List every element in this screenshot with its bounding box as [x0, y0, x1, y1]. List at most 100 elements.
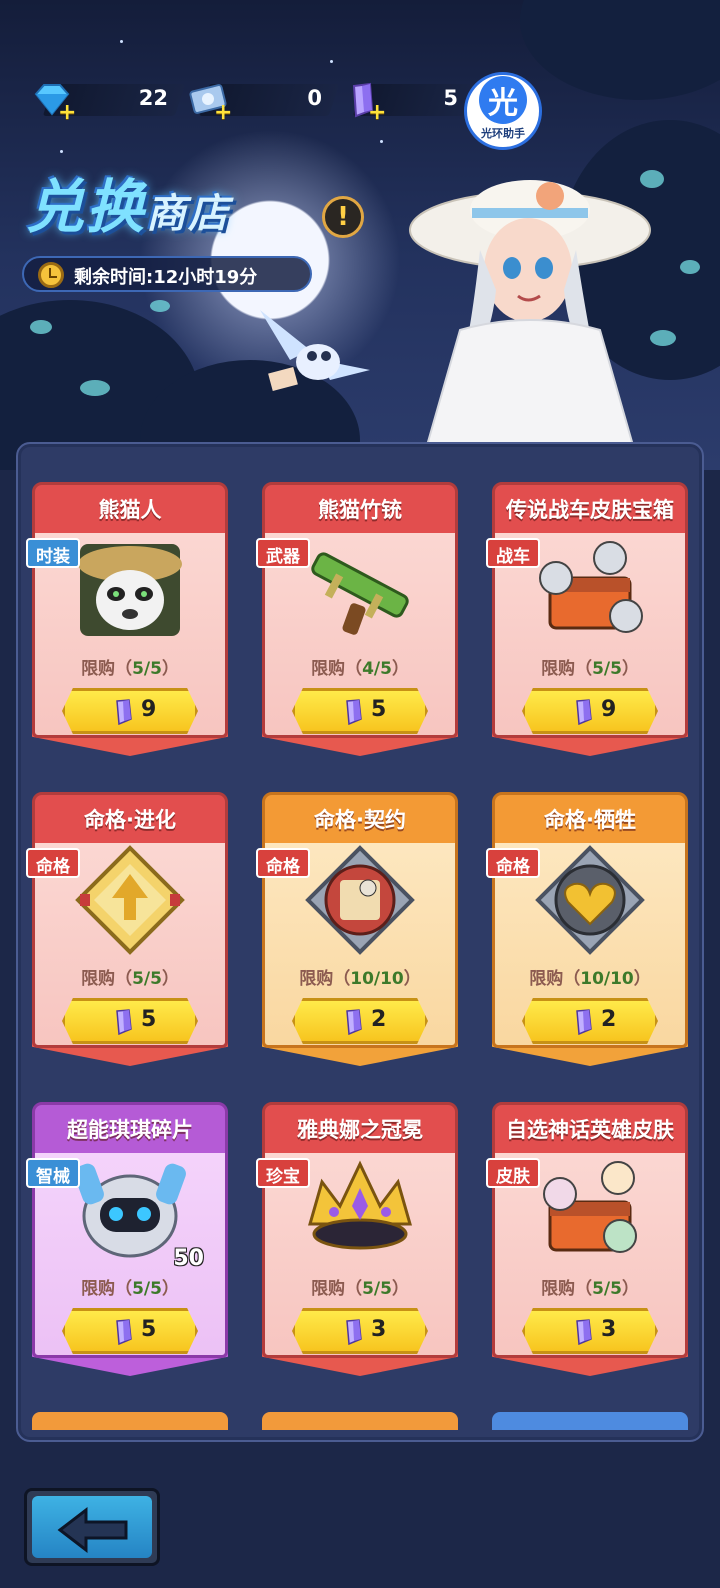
shop-item-card[interactable]: 传说战车皮肤宝箱 战车 限购（5/5） 9	[486, 482, 688, 760]
price-value: 3	[371, 1317, 387, 1342]
hero-skin-chest-icon	[543, 1161, 637, 1253]
item-category-badge: 智械	[26, 1158, 80, 1188]
buy-button[interactable]: 9	[522, 688, 658, 734]
shop-item-card[interactable]: 自选神话英雄皮肤 皮肤 限购（5/5） 3	[486, 1102, 688, 1380]
item-quantity: 50	[173, 1246, 204, 1271]
price-value: 5	[141, 1007, 157, 1032]
price-value: 9	[601, 697, 617, 722]
limit-value: 5/5	[592, 1279, 622, 1299]
add-ticket-icon[interactable]: +	[214, 100, 232, 125]
limit-close: ）	[161, 1279, 179, 1299]
purchase-limit: 限购（4/5）	[262, 654, 458, 679]
crown-icon	[308, 1160, 412, 1250]
limit-close: ）	[621, 659, 639, 679]
currency-crystal[interactable]: + 5	[340, 80, 476, 125]
purchase-limit: 限购（5/5）	[32, 964, 228, 989]
crystal-icon	[116, 1009, 132, 1035]
panda-hero-icon	[78, 544, 182, 636]
shop-item-card[interactable]: 超能琪琪碎片智械 50 限购（5/5） 5	[26, 1102, 228, 1380]
limit-label: 限购（	[541, 1279, 593, 1299]
limit-value: 5/5	[132, 659, 162, 679]
crystal-icon	[576, 1009, 592, 1035]
limit-label: 限购（	[311, 1279, 363, 1299]
next-row-card-peek	[32, 1412, 228, 1430]
title-sub: 商店	[146, 191, 231, 237]
item-name: 熊猫人	[98, 498, 162, 522]
item-name: 传说战车皮肤宝箱	[506, 498, 674, 522]
limit-value: 4/5	[362, 659, 392, 679]
limit-close: ）	[621, 1279, 639, 1299]
buy-button[interactable]: 2	[522, 998, 658, 1044]
limit-close: ）	[403, 969, 421, 989]
page-title: 兑换商店	[26, 160, 230, 244]
price-value: 2	[371, 1007, 387, 1032]
item-name: 命格·牺牲	[544, 808, 636, 832]
add-diamond-icon[interactable]: +	[58, 100, 76, 125]
clock-icon	[38, 262, 64, 288]
limit-label: 限购（	[299, 969, 351, 989]
item-name: 命格·进化	[84, 808, 176, 832]
buy-button[interactable]: 3	[292, 1308, 428, 1354]
currency-ticket[interactable]: + 0	[186, 80, 340, 125]
item-category-badge: 时装	[26, 538, 80, 568]
buy-button[interactable]: 5	[62, 1308, 198, 1354]
crystal-icon	[576, 699, 592, 725]
crystal-icon	[576, 1319, 592, 1345]
shop-item-card[interactable]: 熊猫竹铳 武器 限购（4/5） 5	[256, 482, 458, 760]
buy-button[interactable]: 9	[62, 688, 198, 734]
timer-text: 剩余时间:12小时19分	[74, 267, 258, 288]
shop-item-card[interactable]: 命格·进化 命格 限购（5/5） 5	[26, 792, 228, 1070]
buy-button[interactable]: 3	[522, 1308, 658, 1354]
info-button[interactable]: !	[322, 196, 364, 238]
add-crystal-icon[interactable]: +	[368, 100, 386, 125]
purchase-limit: 限购（5/5）	[32, 1274, 228, 1299]
shop-item-card[interactable]: 命格·牺牲 命格 限购（10/10） 2	[486, 792, 688, 1070]
crystal-count: 5	[443, 86, 458, 110]
helper-logo-icon: 光	[479, 75, 527, 124]
sacrifice-rune-icon	[535, 845, 645, 955]
currency-diamond[interactable]: + 22	[30, 80, 186, 125]
contract-rune-icon	[305, 845, 415, 955]
shop-item-card[interactable]: 命格·契约 命格限购（10/10） 2	[256, 792, 458, 1070]
limit-label: 限购（	[81, 659, 133, 679]
purchase-limit: 限购（5/5）	[492, 1274, 688, 1299]
limit-value: 10/10	[350, 969, 404, 989]
item-name: 超能琪琪碎片	[67, 1118, 193, 1142]
limit-close: ）	[161, 969, 179, 989]
item-category-badge: 命格	[256, 848, 310, 878]
purchase-limit: 限购（5/5）	[492, 654, 688, 679]
item-name: 自选神话英雄皮肤	[506, 1118, 674, 1142]
limit-value: 5/5	[132, 969, 162, 989]
helper-label: 光环助手	[481, 126, 525, 140]
buy-button[interactable]: 2	[292, 998, 428, 1044]
character-illustration	[409, 180, 651, 470]
item-name: 雅典娜之冠冕	[297, 1118, 423, 1142]
price-value: 2	[601, 1007, 617, 1032]
next-row-card-peek	[492, 1412, 688, 1430]
back-button[interactable]	[24, 1488, 160, 1566]
buy-button[interactable]: 5	[292, 688, 428, 734]
next-row-card-peek	[262, 1412, 458, 1430]
limit-value: 10/10	[580, 969, 634, 989]
shop-item-card[interactable]: 雅典娜之冠冕 珍宝 限购（5/5） 3	[256, 1102, 458, 1380]
bamboo-gun-icon	[311, 552, 409, 635]
limit-value: 5/5	[362, 1279, 392, 1299]
item-category-badge: 珍宝	[256, 1158, 310, 1188]
countdown-timer: 剩余时间:12小时19分	[22, 256, 312, 292]
item-category-badge: 武器	[256, 538, 310, 568]
owl-illustration	[260, 310, 370, 392]
limit-close: ）	[161, 659, 179, 679]
buy-button[interactable]: 5	[62, 998, 198, 1044]
item-name: 命格·契约	[314, 808, 406, 832]
purchase-limit: 限购（10/10）	[262, 964, 458, 989]
limit-label: 限购（	[541, 659, 593, 679]
helper-assistant-button[interactable]: 光 光环助手	[464, 72, 542, 150]
limit-label: 限购（	[81, 1279, 133, 1299]
shop-item-card[interactable]: 熊猫人 时装限购（5/5） 9	[26, 482, 228, 760]
price-value: 5	[141, 1317, 157, 1342]
price-value: 5	[371, 697, 387, 722]
chariot-chest-icon	[539, 541, 643, 633]
purchase-limit: 限购（10/10）	[492, 964, 688, 989]
limit-label: 限购（	[529, 969, 581, 989]
crystal-icon	[116, 699, 132, 725]
